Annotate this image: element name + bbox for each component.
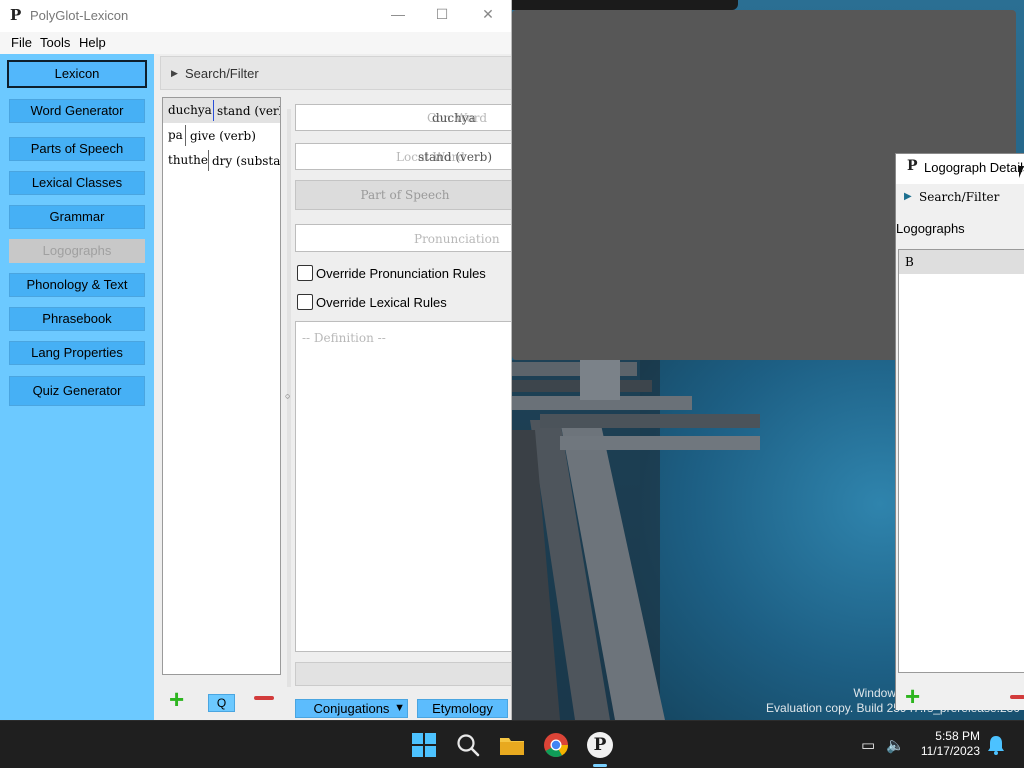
logograph-search-filter-label: Search/Filter xyxy=(919,190,1000,204)
dropdown-arrow-icon: ▼ xyxy=(394,702,405,714)
polyglot-app-icon: P xyxy=(10,6,22,24)
remove-word-icon[interactable] xyxy=(254,696,274,700)
word-local: stand (verb) xyxy=(217,104,280,118)
sidebar-item-lang-properties[interactable]: Lang Properties xyxy=(9,341,145,365)
con-word-value: duchya xyxy=(432,111,476,125)
definition-placeholder: -- Definition -- xyxy=(302,331,386,345)
word-list[interactable]: duchya stand (verb) pa give (verb) thuth… xyxy=(162,97,281,675)
logograph-window-title: Logograph Details xyxy=(924,160,1024,175)
local-word-field[interactable]: Local Word stand (verb) xyxy=(295,143,511,170)
word-con: thuthe xyxy=(168,153,208,167)
sidebar-item-lexical-classes[interactable]: Lexical Classes xyxy=(9,171,145,195)
logograph-title-bar[interactable]: P Logograph Details xyxy=(896,154,1024,184)
column-divider xyxy=(185,125,186,146)
logograph-search-filter-toggle[interactable]: ▶ Search/Filter xyxy=(896,185,1024,211)
logographs-section-label: Logographs xyxy=(896,221,965,236)
clock-date: 11/17/2023 xyxy=(920,744,980,758)
word-row[interactable]: pa give (verb) xyxy=(163,123,280,148)
part-of-speech-dropdown[interactable]: Part of Speech xyxy=(295,180,511,210)
override-lexical-checkbox[interactable] xyxy=(297,294,313,310)
minimize-icon[interactable]: — xyxy=(388,6,408,22)
override-lexical-label: Override Lexical Rules xyxy=(316,295,447,310)
quick-search-button[interactable]: Q xyxy=(208,694,235,712)
sidebar-item-word-generator[interactable]: Word Generator xyxy=(9,99,145,123)
title-bar[interactable]: P PolyGlot-Lexicon — ☐ ✕ xyxy=(0,0,511,32)
polyglot-app-icon: P xyxy=(907,158,918,174)
active-app-indicator xyxy=(593,764,607,767)
search-filter-label: Search/Filter xyxy=(185,66,259,81)
sidebar-item-quiz-generator[interactable]: Quiz Generator xyxy=(9,376,145,406)
expand-triangle-icon: ▶ xyxy=(904,191,912,202)
windows-start-icon[interactable] xyxy=(411,732,437,758)
menu-tools[interactable]: Tools xyxy=(40,35,70,50)
taskbar: P ▭ 🔈 5:58 PM 11/17/2023 xyxy=(0,720,1024,768)
word-local: dry (substance) xyxy=(212,154,281,168)
pronunciation-placeholder: Pronunciation xyxy=(414,232,500,246)
clock-time: 5:58 PM xyxy=(935,729,980,743)
mouse-cursor-icon xyxy=(1019,166,1024,178)
sidebar-item-grammar[interactable]: Grammar xyxy=(9,205,145,229)
maximize-icon[interactable]: ☐ xyxy=(432,6,452,23)
lexicon-panel: ▶ Search/Filter duchya stand (verb) pa g… xyxy=(154,54,511,720)
notification-bell-icon[interactable] xyxy=(987,735,1005,755)
expand-triangle-icon: ▶ xyxy=(171,68,178,78)
override-pronunciation-checkbox[interactable] xyxy=(297,265,313,281)
con-word-field[interactable]: Con Word duchya xyxy=(295,104,511,131)
override-pronunciation-label: Override Pronunciation Rules xyxy=(316,266,486,281)
close-icon[interactable]: ✕ xyxy=(478,6,498,23)
remove-logograph-icon[interactable] xyxy=(1010,695,1024,699)
word-con: duchya xyxy=(168,103,212,117)
polyglot-main-window: P PolyGlot-Lexicon — ☐ ✕ File Tools Help… xyxy=(0,0,512,720)
sidebar-item-lexicon[interactable]: Lexicon xyxy=(7,60,147,88)
etymology-button[interactable]: Etymology xyxy=(417,699,508,718)
logograph-item-label: B xyxy=(905,255,914,269)
column-divider xyxy=(213,100,214,121)
word-local: give (verb) xyxy=(190,129,256,143)
pronunciation-field[interactable]: Pronunciation xyxy=(295,224,511,252)
local-word-value: stand (verb) xyxy=(418,150,493,164)
sidebar: Lexicon Word Generator Parts of Speech L… xyxy=(0,54,154,720)
sidebar-item-parts-of-speech[interactable]: Parts of Speech xyxy=(9,137,145,161)
word-con: pa xyxy=(168,128,183,142)
add-logograph-icon[interactable]: + xyxy=(905,683,920,709)
splitter-grip-icon[interactable]: ○ xyxy=(285,391,290,401)
logograph-details-window: P Logograph Details ▶ Search/Filter Logo… xyxy=(895,153,1024,710)
logograph-list[interactable]: B xyxy=(898,249,1024,673)
column-divider xyxy=(208,150,209,171)
sidebar-item-phonology-text[interactable]: Phonology & Text xyxy=(9,273,145,297)
search-filter-toggle[interactable]: ▶ Search/Filter xyxy=(160,56,511,90)
sidebar-item-phrasebook[interactable]: Phrasebook xyxy=(9,307,145,331)
word-row[interactable]: duchya stand (verb) xyxy=(163,98,280,123)
volume-muted-icon[interactable]: 🔈 xyxy=(886,736,905,754)
file-explorer-icon[interactable] xyxy=(499,732,525,758)
display-icon[interactable]: ▭ xyxy=(861,736,875,754)
add-word-icon[interactable]: + xyxy=(169,686,184,712)
menu-file[interactable]: File xyxy=(11,35,32,50)
chrome-browser-icon[interactable] xyxy=(543,732,569,758)
sidebar-item-logographs: Logographs xyxy=(9,239,145,263)
list-item[interactable]: B xyxy=(899,250,1024,274)
word-row[interactable]: thuthe dry (substance) xyxy=(163,148,281,173)
definition-footer-bar xyxy=(295,662,511,686)
search-icon[interactable] xyxy=(455,732,481,758)
polyglot-taskbar-icon[interactable]: P xyxy=(587,732,613,758)
definition-textarea[interactable]: -- Definition -- xyxy=(295,321,511,652)
conjugations-button[interactable]: Conjugations ▼ xyxy=(295,699,408,718)
system-clock[interactable]: 5:58 PM 11/17/2023 xyxy=(921,729,980,759)
menu-help[interactable]: Help xyxy=(79,35,106,50)
windows-watermark-line1: Window xyxy=(853,686,896,700)
conjugations-label: Conjugations xyxy=(313,701,390,716)
menu-bar: File Tools Help xyxy=(0,32,511,54)
window-title: PolyGlot-Lexicon xyxy=(30,8,129,23)
